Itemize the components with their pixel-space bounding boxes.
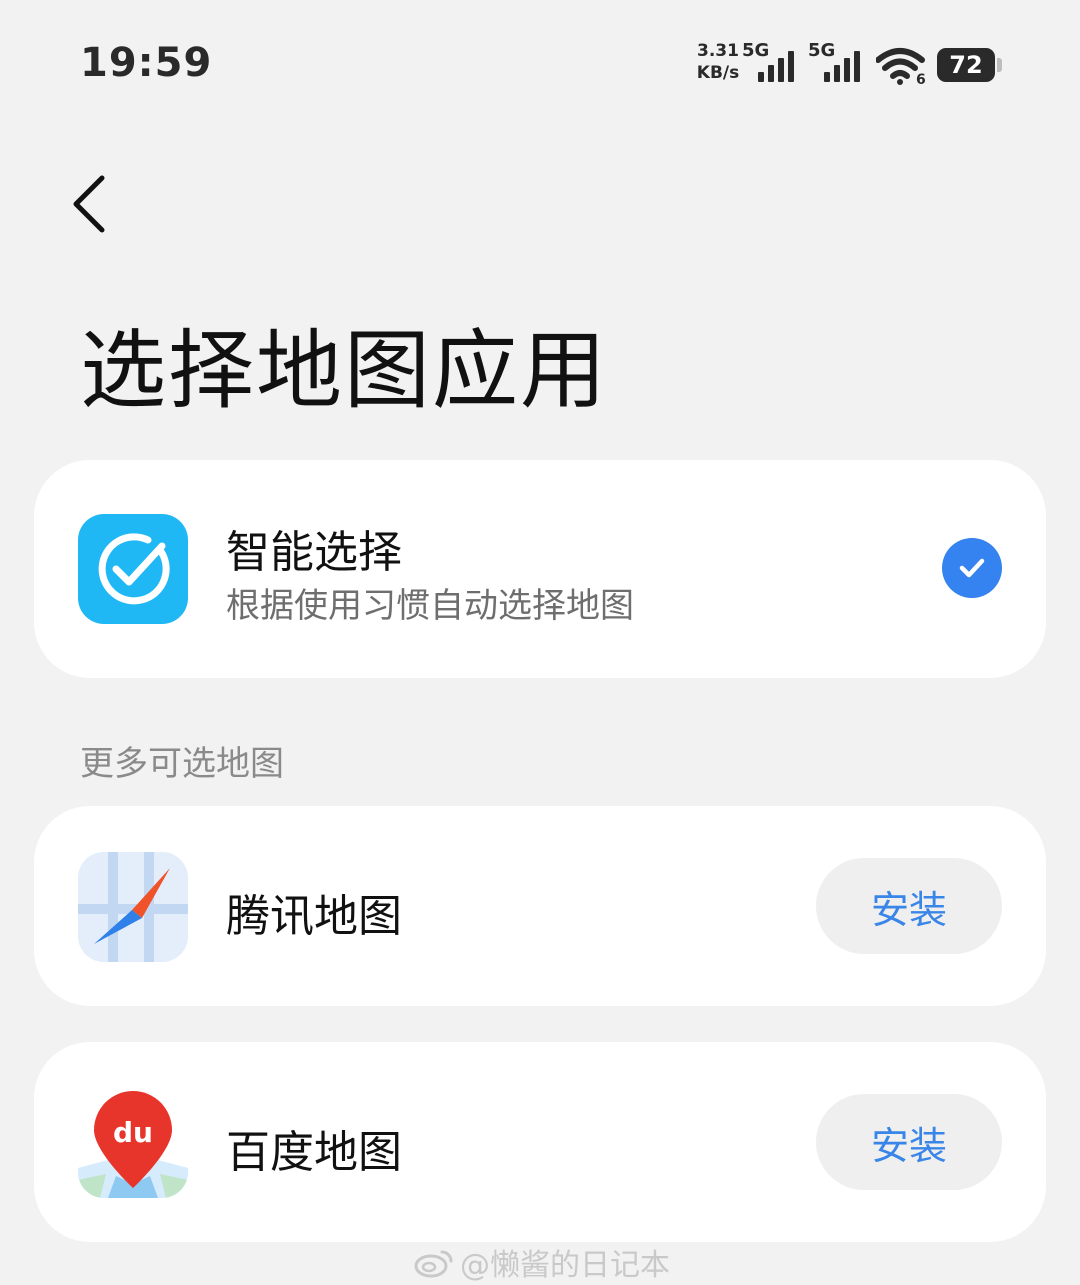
- wifi-version-label: 6: [916, 72, 926, 86]
- back-button[interactable]: [66, 172, 122, 236]
- chevron-left-icon: [73, 175, 105, 233]
- smart-select-title: 智能选择: [226, 527, 402, 578]
- install-button-tencent[interactable]: 安装: [816, 858, 1002, 954]
- smart-select-option[interactable]: 智能选择 根据使用习惯自动选择地图: [34, 460, 1046, 678]
- map-name-baidu: 百度地图: [226, 1127, 402, 1178]
- watermark: @懒酱的日记本: [414, 1240, 670, 1284]
- install-button-baidu[interactable]: 安装: [816, 1094, 1002, 1190]
- map-option-tencent[interactable]: 腾讯地图 安装: [34, 806, 1046, 1006]
- wifi-icon: 6: [875, 46, 928, 88]
- network-speed-unit: KB/s: [696, 63, 740, 83]
- battery-level: 72: [949, 51, 983, 79]
- baidu-map-icon: du: [78, 1088, 188, 1198]
- map-option-baidu[interactable]: du 百度地图 安装: [34, 1042, 1046, 1242]
- network-speed: 3.31 KB/s: [692, 40, 744, 84]
- sim1-signal-icon: 5G: [742, 40, 794, 82]
- section-label-more-maps: 更多可选地图: [80, 744, 284, 784]
- selected-check-icon[interactable]: [942, 538, 1002, 598]
- tencent-map-icon: [78, 852, 188, 962]
- status-bar: 19:59 3.31 KB/s 5G 5G 6 72: [0, 0, 1080, 130]
- smart-select-icon: [78, 514, 188, 624]
- sim2-signal-icon: 5G: [808, 40, 860, 82]
- map-name-tencent: 腾讯地图: [226, 891, 402, 942]
- page-title: 选择地图应用: [80, 321, 608, 421]
- smart-select-subtitle: 根据使用习惯自动选择地图: [226, 586, 634, 626]
- watermark-text: @懒酱的日记本: [460, 1248, 670, 1283]
- network-speed-value: 3.31: [697, 41, 739, 61]
- baidu-icon-text: du: [113, 1116, 153, 1149]
- status-time: 19:59: [80, 40, 213, 86]
- battery-icon: 72: [937, 48, 1002, 82]
- weibo-logo-icon: [414, 1250, 453, 1278]
